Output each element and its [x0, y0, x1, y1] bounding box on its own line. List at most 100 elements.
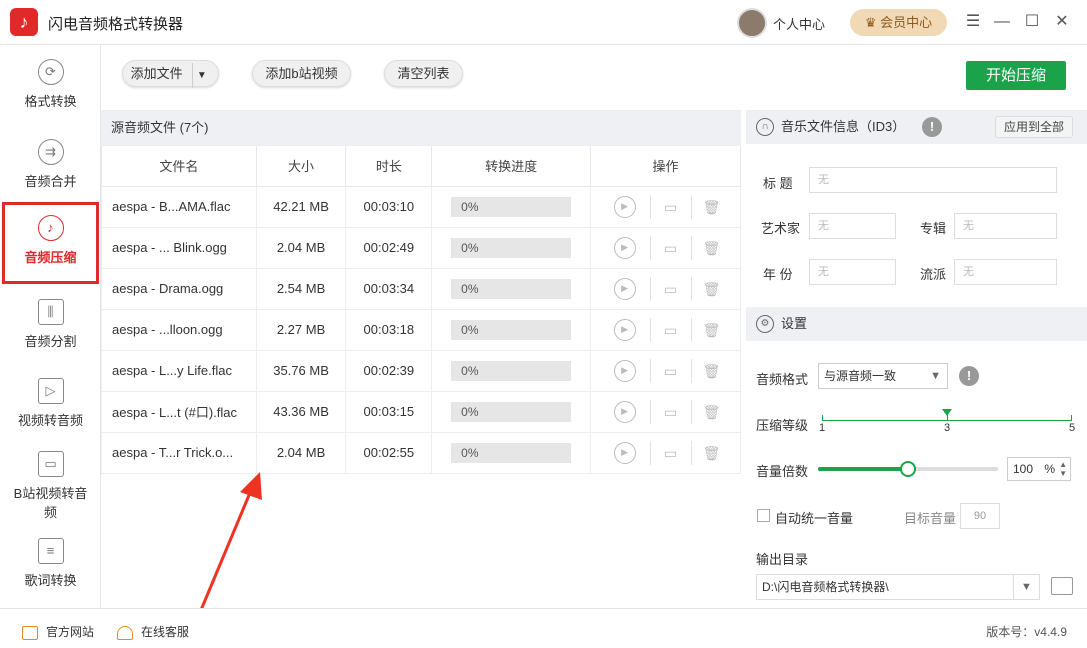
file-duration-cell: 00:02:49	[345, 226, 433, 269]
format-info-icon[interactable]: !	[959, 366, 979, 386]
song-title-field[interactable]: 无	[809, 167, 1057, 193]
maximize-icon[interactable]: ☐	[1020, 10, 1044, 34]
sidebar-item-lyrics-convert[interactable]: ≡ 歌词转换	[0, 538, 101, 589]
minimize-icon[interactable]: —	[990, 10, 1014, 34]
divider	[649, 235, 651, 260]
genre-field[interactable]: 无	[954, 259, 1057, 285]
play-icon[interactable]: ▶	[613, 195, 636, 218]
folder-icon[interactable]: ▭	[657, 235, 685, 261]
add-bilibili-button[interactable]: 添加b站视频	[252, 60, 351, 87]
play-icon[interactable]: ▶	[613, 318, 636, 341]
settings-title: 设置	[781, 316, 808, 331]
tv-icon: ▭	[37, 451, 64, 477]
target-volume-field[interactable]: 90	[960, 503, 1000, 529]
folder-icon[interactable]: ▭	[657, 358, 685, 384]
file-actions-cell: ▶ ▭ 🗑	[590, 185, 741, 228]
trash-icon[interactable]: 🗑	[698, 276, 726, 302]
output-dir-select[interactable]: D:\闪电音频格式转换器\ ▼	[756, 574, 1040, 600]
trash-icon[interactable]: 🗑	[698, 358, 726, 384]
avatar[interactable]	[737, 8, 767, 38]
output-dir-label: 输出目录	[756, 552, 809, 567]
file-progress-cell: 0%	[431, 267, 592, 310]
close-icon[interactable]: ✕	[1050, 10, 1074, 34]
play-icon[interactable]: ▶	[613, 441, 636, 464]
trash-icon[interactable]: 🗑	[698, 440, 726, 466]
sidebar: ⟳ 格式转换 ⇉ 音频合并 ♪ 音频压缩 ⫼ 音频分割 ▷ 视频转音频 ▭ B站…	[0, 45, 101, 608]
red-arrow-annotation	[194, 472, 262, 623]
artist-field[interactable]: 无	[809, 213, 896, 239]
play-icon[interactable]: ▶	[613, 359, 636, 382]
online-support-label: 在线客服	[141, 625, 190, 639]
progress-bar: 0%	[451, 278, 572, 299]
user-center-link[interactable]: 个人中心	[773, 14, 825, 33]
folder-icon[interactable]: ▭	[657, 440, 685, 466]
level-tick-label: 1	[819, 422, 826, 434]
table-row[interactable]: aespa - T...r Trick.o... 2.04 MB 00:02:55 0…	[101, 431, 741, 474]
sidebar-item-audio-merge[interactable]: ⇉ 音频合并	[0, 139, 101, 190]
table-row[interactable]: aespa - B...AMA.flac 42.21 MB 00:03:10 0% ▶ ▭…	[101, 185, 741, 228]
volume-value: 100	[1013, 462, 1034, 476]
sidebar-item-label: 音频分割	[24, 334, 77, 349]
trash-icon[interactable]: 🗑	[698, 194, 726, 220]
chevron-down-icon[interactable]: ▼	[192, 63, 210, 88]
column-header-progress: 转换进度	[431, 146, 592, 187]
sidebar-item-label: 视频转音频	[17, 413, 83, 428]
menu-icon[interactable]: ☰	[961, 10, 985, 34]
folder-icon[interactable]: ▭	[657, 317, 685, 343]
file-size-cell: 2.04 MB	[255, 431, 347, 474]
trash-icon[interactable]: 🗑	[698, 317, 726, 343]
stepper-icon[interactable]: ▲ ▼	[1059, 460, 1067, 478]
file-actions-cell: ▶ ▭ 🗑	[590, 226, 741, 269]
apply-all-button[interactable]: 应用到全部	[995, 116, 1073, 138]
compress-level-slider[interactable]	[822, 409, 1072, 421]
column-header-size: 大小	[255, 146, 347, 187]
year-field[interactable]: 无	[809, 259, 896, 285]
sidebar-item-audio-compress[interactable]: ♪ 音频压缩	[2, 202, 99, 284]
app-title: 闪电音频格式转换器	[48, 16, 184, 33]
folder-icon[interactable]: ▭	[657, 399, 685, 425]
auto-volume-checkbox[interactable]	[757, 509, 770, 522]
folder-icon[interactable]	[1051, 577, 1073, 595]
play-icon[interactable]: ▶	[613, 236, 636, 259]
folder-icon[interactable]: ▭	[657, 194, 685, 220]
table-row[interactable]: aespa - L...t (#口).flac 43.36 MB 00:03:15 0…	[101, 390, 741, 433]
official-website-link[interactable]: 官方网站	[22, 623, 94, 640]
online-support-link[interactable]: 在线客服	[117, 623, 189, 640]
start-compress-button[interactable]: 开始压缩	[966, 61, 1066, 90]
progress-bar: 0%	[451, 237, 572, 258]
sidebar-item-audio-split[interactable]: ⫼ 音频分割	[0, 299, 101, 350]
file-duration-cell: 00:03:10	[345, 185, 433, 228]
table-row[interactable]: aespa - Drama.ogg 2.54 MB 00:03:34 0% ▶ ▭ 🗑	[101, 267, 741, 310]
file-name-cell: aespa - B...AMA.flac	[101, 185, 257, 228]
play-icon[interactable]: ▶	[613, 277, 636, 300]
trash-icon[interactable]: 🗑	[698, 399, 726, 425]
add-file-button[interactable]: 添加文件 ▼	[122, 60, 219, 88]
info-icon[interactable]: !	[922, 117, 942, 137]
level-thumb[interactable]	[941, 409, 952, 416]
volume-thumb[interactable]	[900, 461, 916, 477]
sidebar-item-bilibili-to-audio[interactable]: ▭ B站视频转音频	[0, 451, 101, 521]
table-row[interactable]: aespa - ...lloon.ogg 2.27 MB 00:03:18 0% ▶ ▭ 🗑	[101, 308, 741, 351]
vip-center-button[interactable]: ♛ 会员中心	[850, 9, 947, 36]
album-field[interactable]: 无	[954, 213, 1057, 239]
file-size-cell: 35.76 MB	[255, 349, 347, 392]
trash-icon[interactable]: 🗑	[698, 235, 726, 261]
folder-icon[interactable]: ▭	[657, 276, 685, 302]
file-size-cell: 2.54 MB	[255, 267, 347, 310]
audio-format-select[interactable]: 与源音频一致 ▼	[818, 363, 948, 389]
chevron-down-icon: ▼	[1013, 575, 1039, 599]
sidebar-item-video-to-audio[interactable]: ▷ 视频转音频	[0, 378, 101, 429]
file-actions-cell: ▶ ▭ 🗑	[590, 308, 741, 351]
volume-unit: %	[1044, 462, 1056, 476]
lyrics-icon: ≡	[37, 538, 64, 564]
file-duration-cell: 00:02:55	[345, 431, 433, 474]
volume-slider[interactable]	[818, 461, 998, 477]
sidebar-item-label: 音频合并	[24, 174, 77, 189]
clear-list-button[interactable]: 清空列表	[384, 60, 463, 87]
table-row[interactable]: aespa - L...y Life.flac 35.76 MB 00:02:39 0…	[101, 349, 741, 392]
table-row[interactable]: aespa - ... Blink.ogg 2.04 MB 00:02:49 0% ▶ ▭…	[101, 226, 741, 269]
sidebar-item-format-convert[interactable]: ⟳ 格式转换	[0, 59, 101, 110]
divider	[649, 358, 651, 383]
volume-input[interactable]: 100 % ▲ ▼	[1007, 457, 1071, 481]
play-icon[interactable]: ▶	[613, 400, 636, 423]
